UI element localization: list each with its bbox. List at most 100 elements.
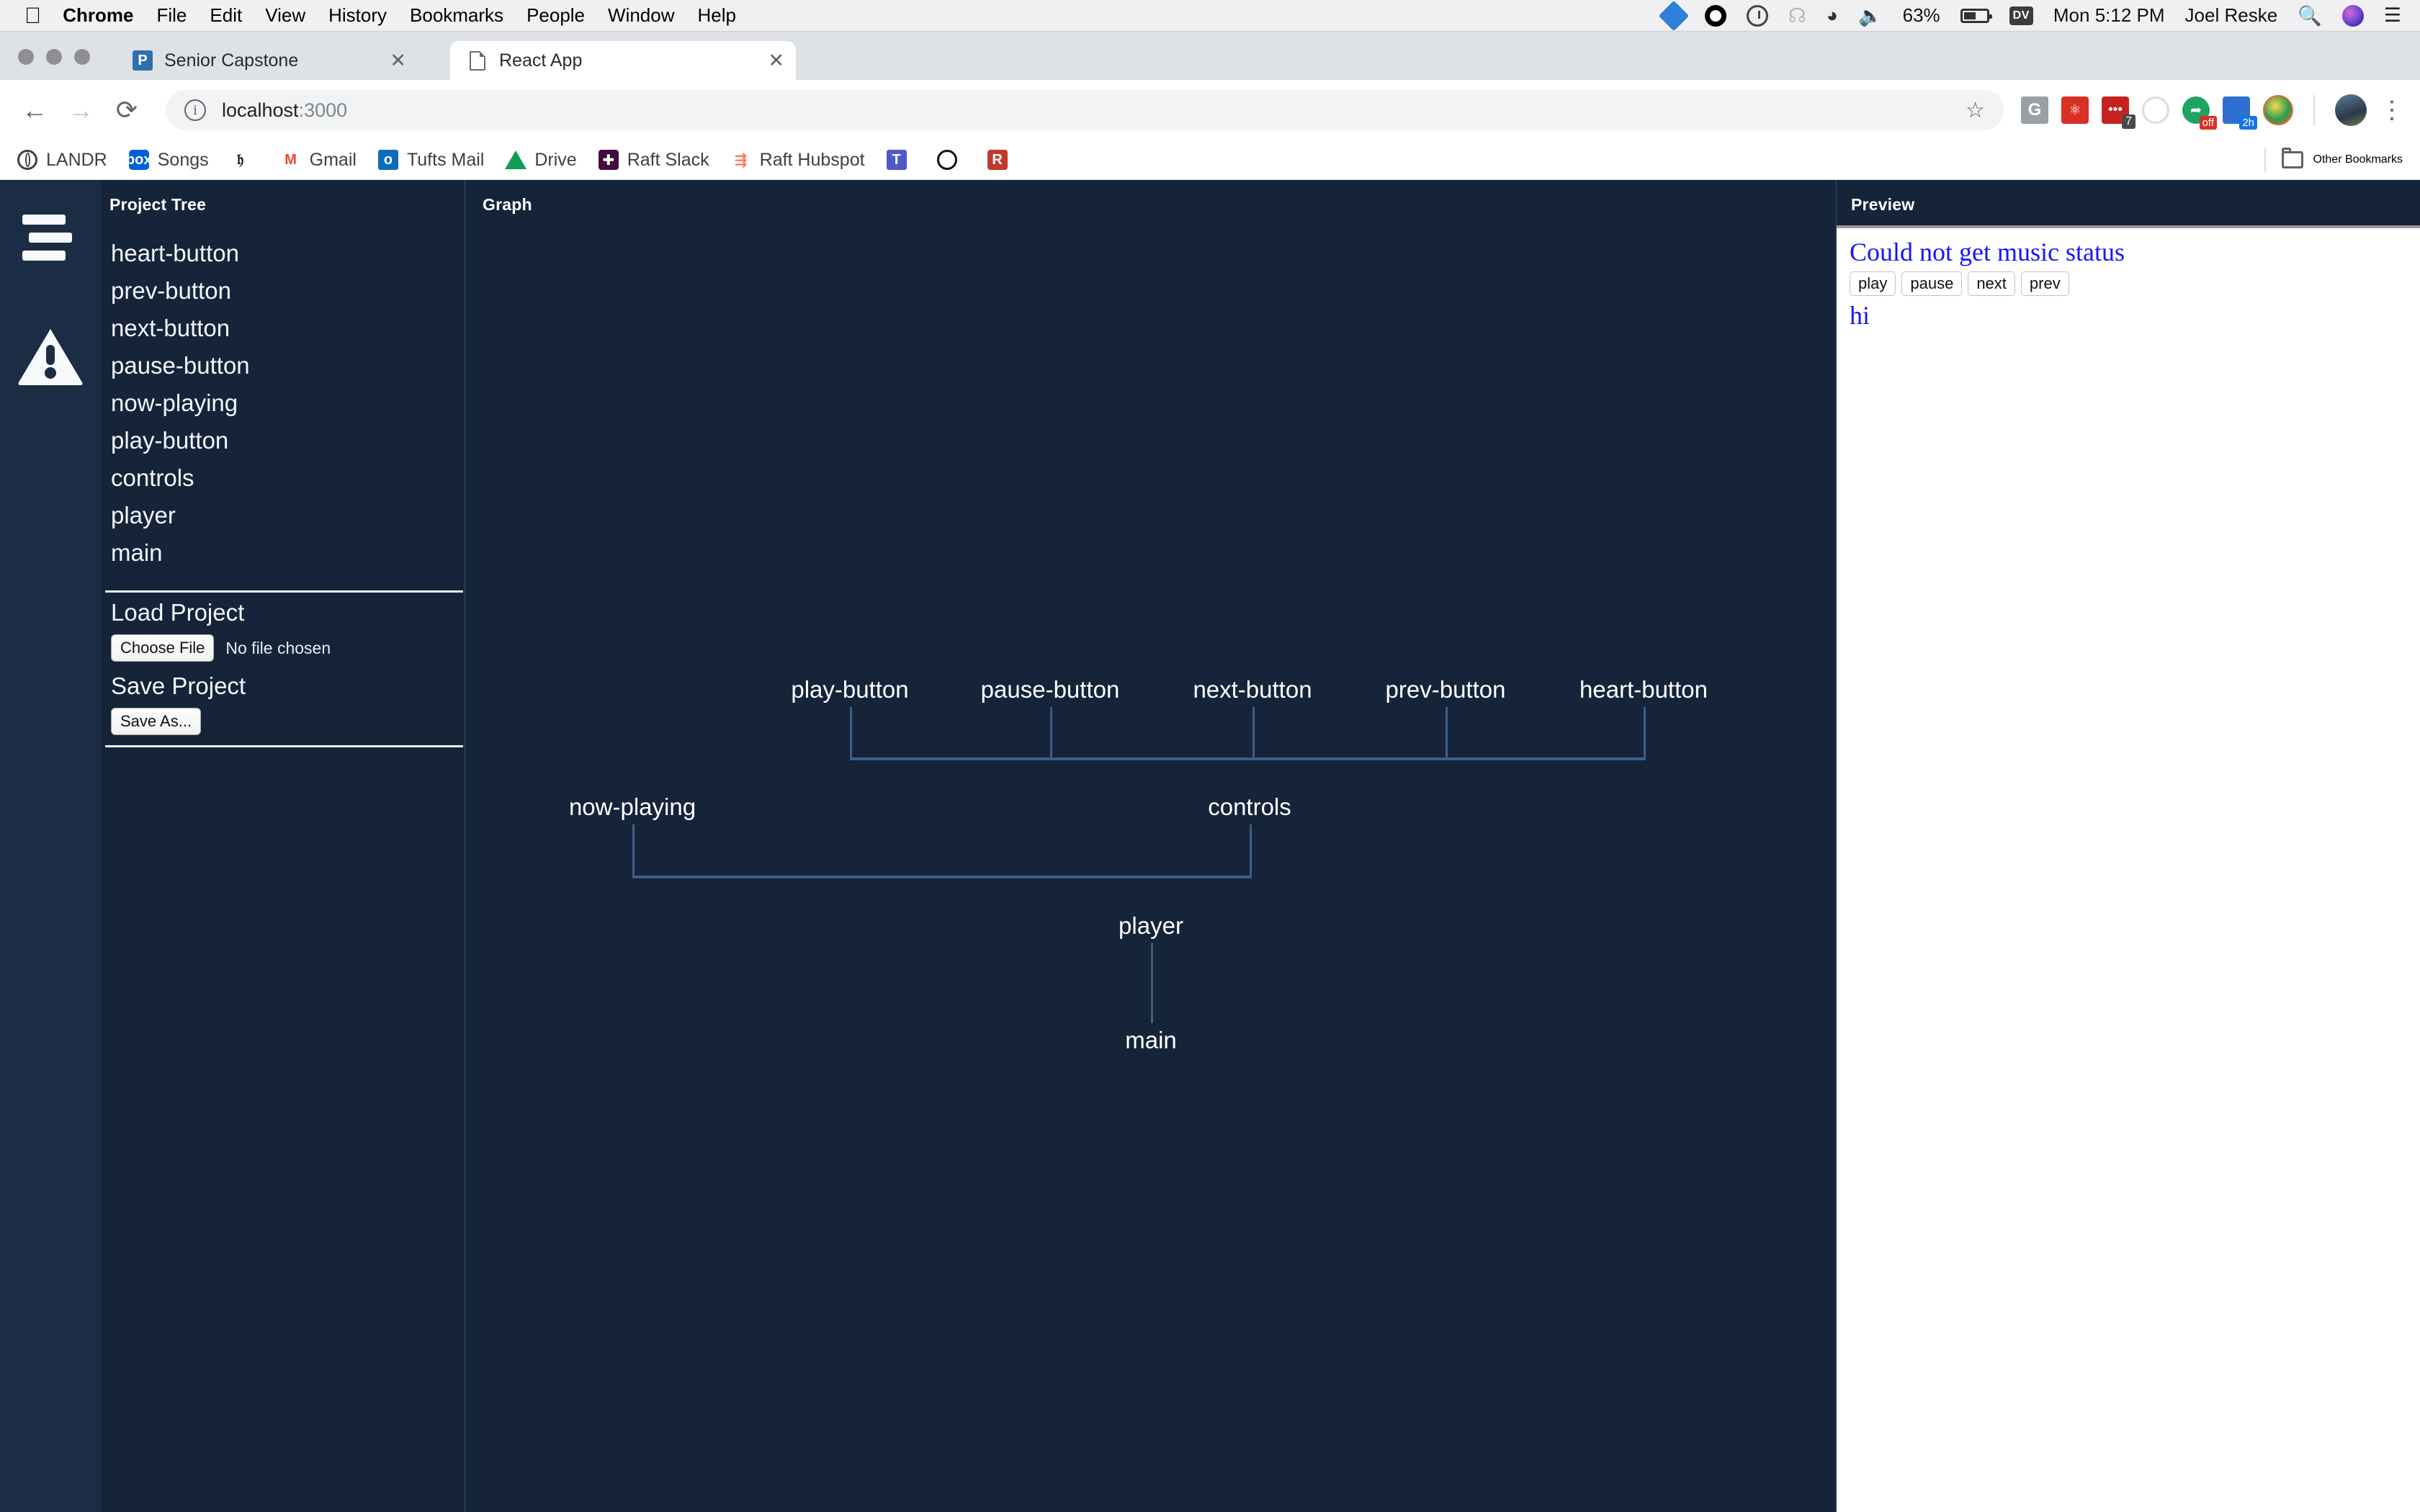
choose-file-button[interactable]: Choose File (111, 634, 215, 662)
graph-node[interactable]: pause-button (981, 676, 1120, 703)
menubar-clock[interactable]: Mon 5:12 PM (2053, 4, 2165, 27)
battery-icon[interactable] (1960, 8, 1992, 23)
hamburger-menu-icon[interactable] (22, 215, 79, 269)
bookmark-tufts-mail[interactable]: o Tufts Mail (377, 150, 484, 171)
graph-node[interactable]: main (1125, 1027, 1177, 1054)
ms-teams-icon: T (886, 150, 907, 170)
bookmark-drive[interactable]: Drive (505, 150, 577, 171)
siri-icon[interactable] (2341, 4, 2364, 27)
minimize-window-button[interactable] (46, 49, 62, 65)
graph-node[interactable]: player (1119, 912, 1183, 940)
nytimes-icon: 𝔥 (237, 151, 244, 168)
bookmark-raft-slack[interactable]: ✚ Raft Slack (598, 150, 709, 171)
browser-tab-react-app[interactable]: React App ✕ (450, 41, 796, 80)
menu-item-view[interactable]: View (265, 4, 305, 27)
graph-canvas[interactable]: play-button pause-button next-button prev-b… (465, 180, 1836, 1512)
dots-extension-icon[interactable]: ••• 7 (2102, 96, 2136, 129)
url-host: localhost (222, 99, 299, 121)
graph-node[interactable]: heart-button (1579, 676, 1708, 703)
extension-badge: 7 (2122, 114, 2136, 129)
tree-item[interactable]: now-playing (101, 384, 465, 422)
kebab-menu-icon[interactable]: ⋮ (2380, 97, 2404, 122)
grammarly-extension-icon[interactable]: G (2021, 96, 2048, 124)
bookmark-raft-hubspot[interactable]: ⇶ Raft Hubspot (731, 150, 864, 171)
maximize-window-button[interactable] (74, 49, 90, 65)
prev-button[interactable]: prev (2020, 271, 2069, 297)
back-button[interactable]: ← (12, 95, 58, 125)
graph-node[interactable]: prev-button (1386, 676, 1506, 703)
tree-item[interactable]: heart-button (101, 235, 465, 272)
bookmark-ms-teams[interactable]: T (886, 150, 915, 170)
bookmark-songs[interactable]: box Songs (126, 150, 209, 171)
tree-item[interactable]: pause-button (101, 347, 465, 384)
globe-extension-icon[interactable] (2263, 95, 2293, 125)
menu-item-history[interactable]: History (328, 4, 387, 27)
bookmark-star-icon[interactable]: ☆ (1966, 98, 1985, 123)
bookmark-nytimes[interactable]: 𝔥 (230, 150, 259, 170)
reload-button[interactable]: ⟳ (104, 95, 150, 125)
forward-button[interactable]: → (58, 95, 104, 125)
bookmark-landr[interactable]: LANDR (17, 150, 107, 171)
tree-item[interactable]: controls (101, 459, 465, 497)
tree-item[interactable]: player (101, 497, 465, 534)
apple-logo-icon[interactable]:  (24, 4, 41, 27)
bookmark-gmail[interactable]: M Gmail (281, 150, 357, 171)
spotlight-search-icon[interactable]: 🔍 (2298, 4, 2322, 27)
tab-title: React App (499, 50, 583, 71)
bookmark-medium[interactable] (936, 150, 966, 170)
tree-item[interactable]: play-button (101, 422, 465, 459)
react-devtools-extension-icon[interactable]: ⚛ (2061, 96, 2089, 124)
next-button[interactable]: next (1968, 271, 2015, 297)
landr-icon (17, 150, 37, 170)
save-as-button[interactable]: Save As... (111, 708, 202, 735)
record-circle-icon[interactable] (1704, 4, 1726, 27)
graph-node[interactable]: controls (1208, 793, 1291, 821)
control-center-icon[interactable]: ☰ (2384, 4, 2401, 27)
menu-item-bookmarks[interactable]: Bookmarks (410, 4, 503, 27)
info-circle-icon[interactable]: i (184, 99, 206, 121)
preview-button-row: play pause next prev (1850, 271, 2408, 297)
menu-item-people[interactable]: People (526, 4, 585, 27)
screen:  Chrome File Edit View History Bookmark… (0, 0, 2420, 1512)
menu-item-help[interactable]: Help (698, 4, 736, 27)
menu-item-window[interactable]: Window (608, 4, 674, 27)
play-button[interactable]: play (1850, 271, 1896, 297)
no-file-chosen-label: No file chosen (225, 638, 331, 657)
extension-badge: 2h (2239, 116, 2257, 130)
bluetooth-icon[interactable]: ☊ (1788, 4, 1806, 27)
avatar[interactable] (2335, 94, 2367, 126)
tree-item[interactable]: next-button (101, 310, 465, 347)
graph-node[interactable]: next-button (1193, 676, 1312, 703)
volume-icon[interactable]: 🔈 (1858, 4, 1883, 27)
close-window-button[interactable] (18, 49, 34, 65)
menu-item-chrome[interactable]: Chrome (63, 4, 133, 27)
graph-node[interactable]: play-button (791, 676, 908, 703)
clock-history-icon[interactable] (1746, 4, 1768, 27)
dv-icon[interactable]: DV (2009, 6, 2033, 25)
bookmark-r-logo[interactable]: R (987, 150, 1016, 170)
tree-item[interactable]: main (101, 534, 465, 572)
wifi-icon[interactable]: ◕ (1827, 4, 1838, 27)
address-bar[interactable]: i localhost:3000 ☆ (166, 90, 2004, 130)
blue-timer-extension-icon[interactable]: 2h (2223, 96, 2257, 130)
menu-item-file[interactable]: File (157, 4, 187, 27)
warning-triangle-icon[interactable] (17, 328, 84, 385)
close-icon[interactable]: ✕ (768, 50, 784, 72)
ring-extension-icon[interactable] (2142, 96, 2169, 124)
menu-item-edit[interactable]: Edit (210, 4, 242, 27)
pause-button[interactable]: pause (1901, 271, 1963, 297)
outlook-icon: o (377, 150, 398, 170)
other-bookmarks-button[interactable]: Other Bookmarks (2264, 148, 2420, 172)
menubar-user-name[interactable]: Joel Reske (2185, 4, 2278, 27)
graph-edge (1050, 707, 1052, 757)
graph-node[interactable]: now-playing (569, 793, 696, 821)
green-off-extension-icon[interactable]: ➦ off (2182, 96, 2217, 130)
graph-edge (850, 757, 1646, 760)
medium-icon (936, 150, 957, 170)
browser-tab-senior-capstone[interactable]: P Senior Capstone ✕ (115, 41, 418, 80)
tree-item[interactable]: prev-button (101, 272, 465, 310)
close-icon[interactable]: ✕ (390, 50, 406, 72)
toolbar-divider (2313, 95, 2315, 125)
diamond-blue-icon[interactable] (1658, 0, 1690, 31)
p-logo-icon: P (133, 50, 153, 71)
